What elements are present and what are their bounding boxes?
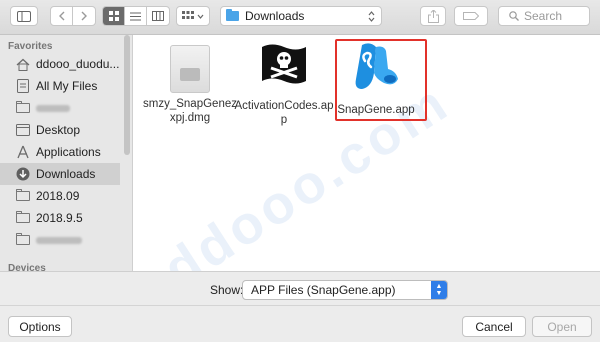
file-type-select[interactable]: APP Files (SnapGene.app) ▲ ▼ [242, 280, 448, 300]
tag-icon [463, 12, 479, 20]
sidebar-toggle-button[interactable] [10, 6, 38, 26]
list-view-button[interactable] [125, 7, 147, 25]
pirate-flag-icon [262, 44, 306, 84]
search-field[interactable]: Search [498, 6, 590, 26]
chevron-right-icon [81, 11, 87, 21]
view-mode-selector [102, 6, 170, 26]
share-button[interactable] [420, 6, 446, 26]
sidebar-item-label: Downloads [36, 167, 96, 181]
sidebar-item-label: Applications [36, 145, 101, 159]
sidebar: Favorites ddooo_duodu... All My Files De… [0, 35, 133, 271]
list-icon [130, 12, 141, 20]
grid-icon [108, 11, 119, 21]
sidebar-item-label: All My Files [36, 79, 98, 93]
sidebar-item-label: 2018.9.5 [36, 211, 83, 225]
chevron-down-icon [197, 14, 204, 19]
sidebar-item-label: ddooo_duodu... [36, 57, 120, 71]
sidebar-item-all-my-files[interactable]: All My Files [0, 75, 120, 97]
file-name: smzy_SnapGenezxpj.dmg [143, 98, 237, 124]
forward-button[interactable] [73, 7, 95, 25]
file-name: ActivationCodes.app [234, 100, 334, 126]
applications-icon [16, 145, 30, 159]
location-popup[interactable]: Downloads [220, 6, 382, 26]
column-view-button[interactable] [147, 7, 169, 25]
all-files-icon [16, 79, 30, 93]
arrange-dropdown[interactable] [176, 6, 210, 26]
sidebar-item-blurred-folder-2[interactable] [0, 229, 120, 251]
folder-icon [16, 189, 30, 203]
folder-icon [16, 101, 30, 115]
open-button[interactable]: Open [532, 316, 592, 337]
folder-icon [16, 233, 30, 247]
cancel-button[interactable]: Cancel [462, 316, 526, 337]
arrange-grid-icon [182, 11, 194, 19]
file-type-value: APP Files (SnapGene.app) [251, 283, 396, 297]
blurred-label [36, 104, 70, 112]
sidebar-item-label: 2018.09 [36, 189, 80, 203]
disk-image-icon [170, 45, 210, 93]
edit-tags-button[interactable] [454, 6, 488, 26]
downloads-icon [16, 167, 30, 181]
sidebar-item-downloads[interactable]: Downloads [0, 163, 120, 185]
sidebar-item-desktop[interactable]: Desktop [0, 119, 120, 141]
columns-icon [152, 11, 164, 21]
navigation-buttons [50, 6, 96, 26]
sidebar-scrollbar[interactable] [124, 35, 130, 155]
home-icon [16, 57, 30, 71]
dialog-footer: Options Cancel Open [0, 305, 600, 342]
back-button[interactable] [51, 7, 73, 25]
search-icon [509, 11, 519, 21]
folder-icon [226, 9, 239, 21]
sidebar-item-2018-09[interactable]: 2018.09 [0, 185, 120, 207]
desktop-icon [16, 123, 30, 137]
search-placeholder: Search [524, 9, 563, 23]
up-down-chevron-icon [368, 11, 375, 22]
highlight-outline [335, 39, 427, 121]
show-label: Show: [210, 283, 244, 297]
sidebar-item-blurred-folder[interactable] [0, 97, 120, 119]
devices-header: Devices [8, 263, 46, 271]
options-button[interactable]: Options [8, 316, 72, 337]
file-item-activation-codes[interactable]: ActivationCodes.app [231, 39, 337, 127]
chevron-left-icon [59, 11, 65, 21]
favorites-header: Favorites [8, 41, 53, 52]
sidebar-icon [17, 10, 31, 22]
blurred-label [36, 236, 82, 244]
folder-icon [16, 211, 30, 225]
up-down-chevron-icon: ▲ ▼ [431, 281, 447, 299]
toolbar: Downloads Search [0, 0, 600, 35]
sidebar-item-applications[interactable]: Applications [0, 141, 120, 163]
share-icon [427, 9, 439, 23]
icon-view-button[interactable] [103, 7, 125, 25]
location-label: Downloads [245, 9, 305, 23]
sidebar-item-2018-9-5[interactable]: 2018.9.5 [0, 207, 120, 229]
sidebar-item-label: Desktop [36, 123, 81, 137]
sidebar-item-home[interactable]: ddooo_duodu... [0, 53, 120, 75]
file-type-bar: Show: APP Files (SnapGene.app) ▲ ▼ [0, 271, 600, 306]
file-item-dmg[interactable]: smzy_SnapGenezxpj.dmg [137, 39, 243, 125]
